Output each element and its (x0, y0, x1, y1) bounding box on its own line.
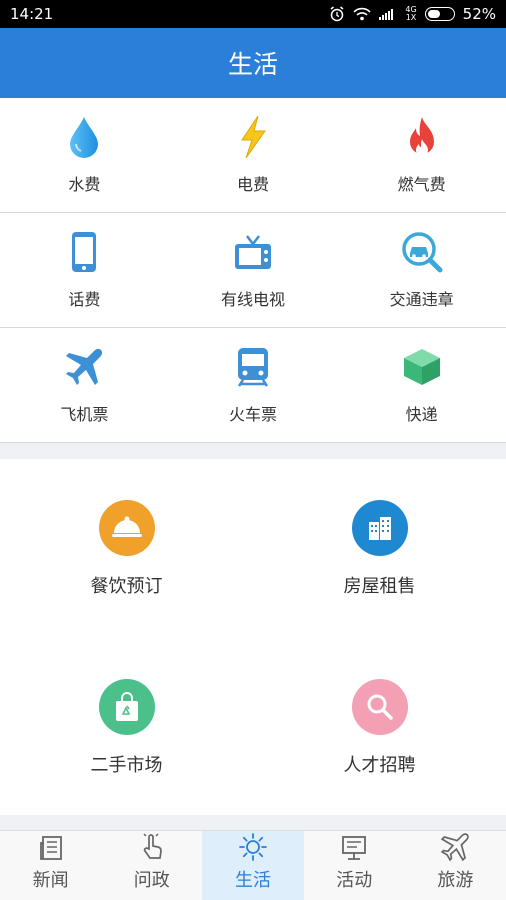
services-panel: 餐饮预订 房屋租售 二手市场 人才招聘 (0, 459, 506, 815)
train-icon (231, 345, 275, 389)
status-icons: 4G 1X 52% (329, 5, 496, 23)
tab-label: 生活 (235, 870, 271, 891)
dish-icon (111, 516, 142, 537)
status-bar: 14:21 4G 1X 52% (0, 0, 506, 28)
phone-icon (62, 230, 106, 274)
tab-label: 问政 (133, 870, 170, 891)
grid-item-label: 有线电视 (220, 290, 285, 309)
lightning-icon (231, 115, 275, 159)
service-icon-bg (351, 679, 408, 735)
service-label: 房屋租售 (343, 576, 416, 597)
app-bar: 生活 (0, 28, 506, 98)
board-icon (342, 836, 367, 860)
tab-news[interactable]: 新闻 (0, 831, 101, 900)
grid-row: 话费 有线电视 交通违章 (0, 213, 506, 328)
tv-icon (231, 230, 275, 274)
plane-outline-icon (441, 833, 470, 862)
search-icon (367, 694, 393, 720)
hand-tap-icon (143, 833, 162, 859)
grid-item-water[interactable]: 水费 (0, 98, 169, 212)
service-housing[interactable]: 房屋租售 (253, 500, 506, 598)
battery-icon (424, 7, 455, 21)
grid-item-gas[interactable]: 燃气费 (337, 98, 506, 212)
utility-grid: 水费 电费 燃气费 话费 有线电视 交通违章 飞机票 火车票 快递 (0, 98, 506, 443)
grid-item-label: 快递 (405, 405, 438, 424)
alarm-icon (330, 6, 344, 22)
tab-label: 活动 (336, 870, 373, 891)
network-type: 4G 1X (405, 5, 417, 22)
grid-item-phone-bill[interactable]: 话费 (0, 213, 169, 327)
service-label: 人才招聘 (343, 755, 416, 776)
bottom-tab-bar: 新闻 问政 生活 活动 旅游 (0, 830, 506, 900)
grid-item-cable-tv[interactable]: 有线电视 (169, 213, 338, 327)
grid-item-label: 飞机票 (60, 405, 109, 424)
water-drop-icon (62, 115, 106, 159)
grid-item-label: 火车票 (228, 405, 277, 424)
tab-label: 旅游 (437, 870, 474, 891)
grid-item-traffic-violation[interactable]: 交通违章 (337, 213, 506, 327)
service-label: 二手市场 (90, 755, 163, 776)
tab-life[interactable]: 生活 (202, 831, 304, 900)
sun-icon (239, 833, 267, 861)
grid-item-flight[interactable]: 飞机票 (0, 328, 169, 442)
grid-row: 水费 电费 燃气费 (0, 98, 506, 213)
news-icon (39, 836, 62, 860)
grid-item-label: 燃气费 (397, 175, 446, 194)
grid-item-express[interactable]: 快递 (337, 328, 506, 442)
service-second-hand[interactable]: 二手市场 (0, 679, 253, 777)
grid-item-label: 电费 (236, 175, 269, 194)
recycle-bag-icon (115, 692, 138, 721)
signal-icon (379, 9, 394, 20)
service-icon-bg (98, 500, 155, 556)
box-icon (400, 345, 444, 389)
battery-percent: 52% (462, 5, 496, 23)
service-icon-bg (351, 500, 408, 556)
grid-item-train[interactable]: 火车票 (169, 328, 338, 442)
grid-item-label: 话费 (68, 290, 101, 309)
service-dining-booking[interactable]: 餐饮预订 (0, 500, 253, 598)
building-icon (368, 517, 391, 540)
grid-item-label: 水费 (68, 175, 101, 194)
grid-row: 飞机票 火车票 快递 (0, 328, 506, 443)
service-label: 餐饮预订 (90, 576, 163, 597)
tab-activity[interactable]: 活动 (304, 831, 405, 900)
service-icon-bg (98, 679, 155, 735)
plane-icon (62, 345, 106, 389)
flame-icon (400, 115, 444, 159)
grid-item-electricity[interactable]: 电费 (169, 98, 338, 212)
tab-travel[interactable]: 旅游 (405, 831, 506, 900)
page-title: 生活 (227, 50, 278, 79)
status-time: 14:21 (10, 5, 54, 23)
car-search-icon (400, 230, 444, 274)
wifi-icon (353, 7, 371, 21)
tab-label: 新闻 (32, 870, 69, 891)
service-recruitment[interactable]: 人才招聘 (253, 679, 506, 777)
grid-item-label: 交通违章 (389, 290, 454, 309)
battery-fill (427, 10, 441, 18)
tab-wenzheng[interactable]: 问政 (101, 831, 202, 900)
